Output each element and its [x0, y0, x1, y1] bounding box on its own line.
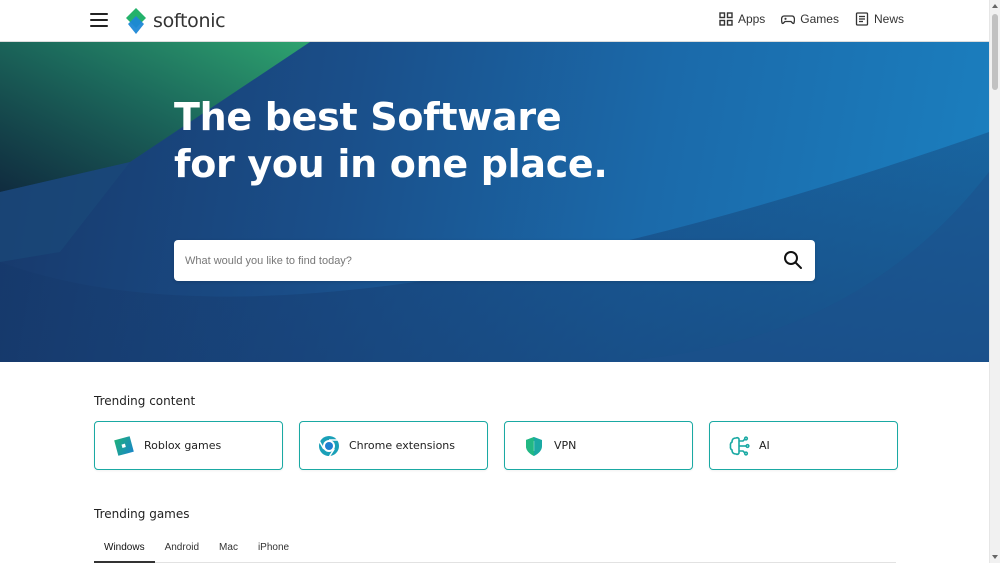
news-icon — [855, 12, 869, 26]
trending-content-list: Roblox games Chrome extensions VPN AI — [94, 421, 898, 470]
nav-apps-label: Apps — [737, 12, 766, 26]
scroll-thumb[interactable] — [992, 14, 998, 90]
tab-mac[interactable]: Mac — [209, 535, 248, 563]
roblox-icon — [113, 435, 135, 457]
chrome-icon — [318, 435, 340, 457]
hero-background — [0, 42, 989, 362]
trending-card-chrome[interactable]: Chrome extensions — [299, 421, 488, 470]
shield-icon — [523, 435, 545, 457]
tab-iphone[interactable]: iPhone — [248, 535, 299, 563]
platform-tabs: Windows Android Mac iPhone — [94, 535, 896, 563]
nav-games[interactable]: Games — [781, 12, 839, 26]
menu-icon[interactable] — [90, 13, 108, 27]
tab-windows[interactable]: Windows — [94, 535, 155, 563]
scroll-up-arrow-icon[interactable] — [992, 4, 998, 8]
logo-mark-icon — [124, 8, 148, 34]
search-input[interactable] — [185, 240, 765, 281]
nav-news-label: News — [873, 12, 904, 26]
hero-title: The best Software for you in one place. — [174, 94, 608, 188]
trending-card-roblox[interactable]: Roblox games — [94, 421, 283, 470]
softonic-logo[interactable]: softonic — [124, 8, 226, 34]
hero-title-line1: The best Software — [174, 95, 562, 139]
nav-games-label: Games — [800, 12, 839, 26]
trending-card-label: AI — [759, 439, 770, 452]
tab-android[interactable]: Android — [155, 535, 209, 563]
trending-card-vpn[interactable]: VPN — [504, 421, 693, 470]
gamepad-icon — [781, 15, 796, 25]
search-bar — [174, 240, 815, 281]
scroll-down-arrow-icon[interactable] — [992, 555, 998, 559]
nav-news[interactable]: News — [855, 12, 904, 26]
page-scrollbar[interactable] — [989, 0, 1000, 563]
nav-apps[interactable]: Apps — [719, 12, 765, 26]
search-icon[interactable] — [783, 250, 803, 270]
hero-banner: The best Software for you in one place. — [0, 42, 989, 362]
trending-card-label: Chrome extensions — [349, 439, 455, 452]
site-header: softonic Apps Games News — [0, 0, 989, 42]
trending-card-label: Roblox games — [144, 439, 222, 452]
apps-grid-icon — [719, 12, 733, 26]
trending-card-ai[interactable]: AI — [709, 421, 898, 470]
logo-text: softonic — [153, 10, 226, 32]
main-nav: Apps Games News — [719, 12, 904, 26]
hero-title-line2: for you in one place. — [174, 142, 608, 186]
trending-games-title: Trending games — [94, 507, 190, 521]
ai-brain-icon — [728, 435, 750, 457]
trending-content-title: Trending content — [94, 394, 196, 408]
trending-card-label: VPN — [554, 439, 577, 452]
